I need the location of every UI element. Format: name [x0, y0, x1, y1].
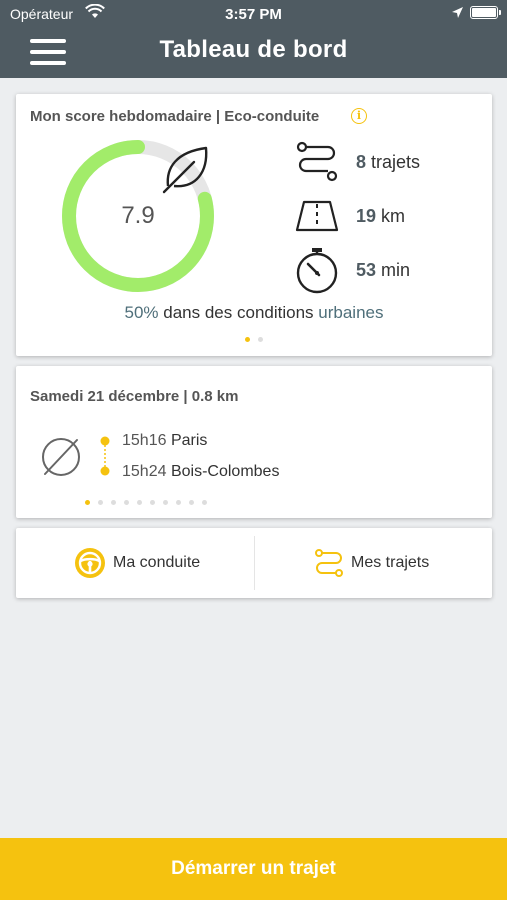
status-bar: Opérateur 3:57 PM	[0, 0, 507, 28]
distance-value: 19	[356, 206, 377, 226]
trips-count-value: 8	[356, 152, 367, 172]
pager-dot[interactable]	[150, 500, 155, 505]
trips-count-unit: trajets	[371, 152, 421, 172]
end-place: Bois-Colombes	[170, 463, 280, 480]
clock: 3:57 PM	[225, 6, 282, 23]
info-icon[interactable]: i	[351, 108, 367, 124]
trip-start: 15h16 Paris	[122, 432, 207, 450]
weekly-score-card[interactable]: Mon score hebdomadaire | Eco-conduite i …	[16, 94, 492, 356]
conditions-text: 50% dans des conditions urbaines	[16, 303, 492, 323]
no-score-icon	[42, 438, 80, 476]
trip-end: 15h24 Bois-Colombes	[122, 463, 279, 481]
steering-wheel-icon	[75, 548, 105, 578]
duration: 53 min	[356, 260, 410, 281]
pager-dot[interactable]	[258, 337, 263, 342]
score-card-title: Mon score hebdomadaire | Eco-conduite	[30, 108, 320, 125]
battery-icon	[470, 6, 501, 19]
pager-dot[interactable]	[98, 500, 103, 505]
conditions-percent: 50%	[124, 303, 159, 322]
pager-dot[interactable]	[137, 500, 142, 505]
conditions-label: dans des conditions	[163, 303, 314, 322]
actions-card: Ma conduite Mes trajets	[16, 528, 492, 598]
distance: 19 km	[356, 206, 405, 227]
score-pager-dots[interactable]	[16, 337, 492, 342]
app-header: Opérateur 3:57 PM Tableau de bord	[0, 0, 507, 78]
pager-dot[interactable]	[176, 500, 181, 505]
my-driving-button[interactable]: Ma conduite	[16, 528, 254, 598]
trips-count: 8 trajets	[356, 152, 420, 173]
trip-timeline	[100, 436, 110, 476]
conditions-type: urbaines	[318, 303, 384, 322]
start-time: 15h16	[122, 432, 167, 449]
last-trip-card[interactable]: Samedi 21 décembre | 0.8 km 15h16 Paris …	[16, 366, 492, 518]
duration-value: 53	[356, 260, 377, 280]
pager-dot[interactable]	[202, 500, 207, 505]
pager-dot[interactable]	[163, 500, 168, 505]
pager-dot[interactable]	[189, 500, 194, 505]
route-icon	[296, 141, 338, 182]
my-driving-label: Ma conduite	[113, 554, 201, 571]
end-time: 15h24	[122, 463, 167, 480]
pager-dot[interactable]	[85, 500, 90, 505]
road-icon	[295, 200, 339, 232]
trip-pager-dots[interactable]	[0, 500, 384, 505]
route-icon	[315, 549, 343, 577]
distance-unit: km	[381, 206, 406, 226]
my-trips-button[interactable]: Mes trajets	[254, 528, 492, 598]
stopwatch-icon	[296, 248, 338, 294]
leaf-icon	[162, 146, 208, 194]
score-value: 7.9	[121, 202, 155, 229]
page-title: Tableau de bord	[159, 36, 348, 63]
start-trip-button[interactable]: Démarrer un trajet	[0, 838, 507, 900]
start-place: Paris	[170, 432, 208, 449]
pager-dot[interactable]	[111, 500, 116, 505]
my-trips-label: Mes trajets	[351, 554, 430, 571]
pager-dot[interactable]	[245, 337, 250, 342]
trip-card-title: Samedi 21 décembre | 0.8 km	[30, 388, 239, 405]
duration-unit: min	[381, 260, 411, 280]
pager-dot[interactable]	[124, 500, 129, 505]
location-arrow-icon	[452, 7, 463, 18]
